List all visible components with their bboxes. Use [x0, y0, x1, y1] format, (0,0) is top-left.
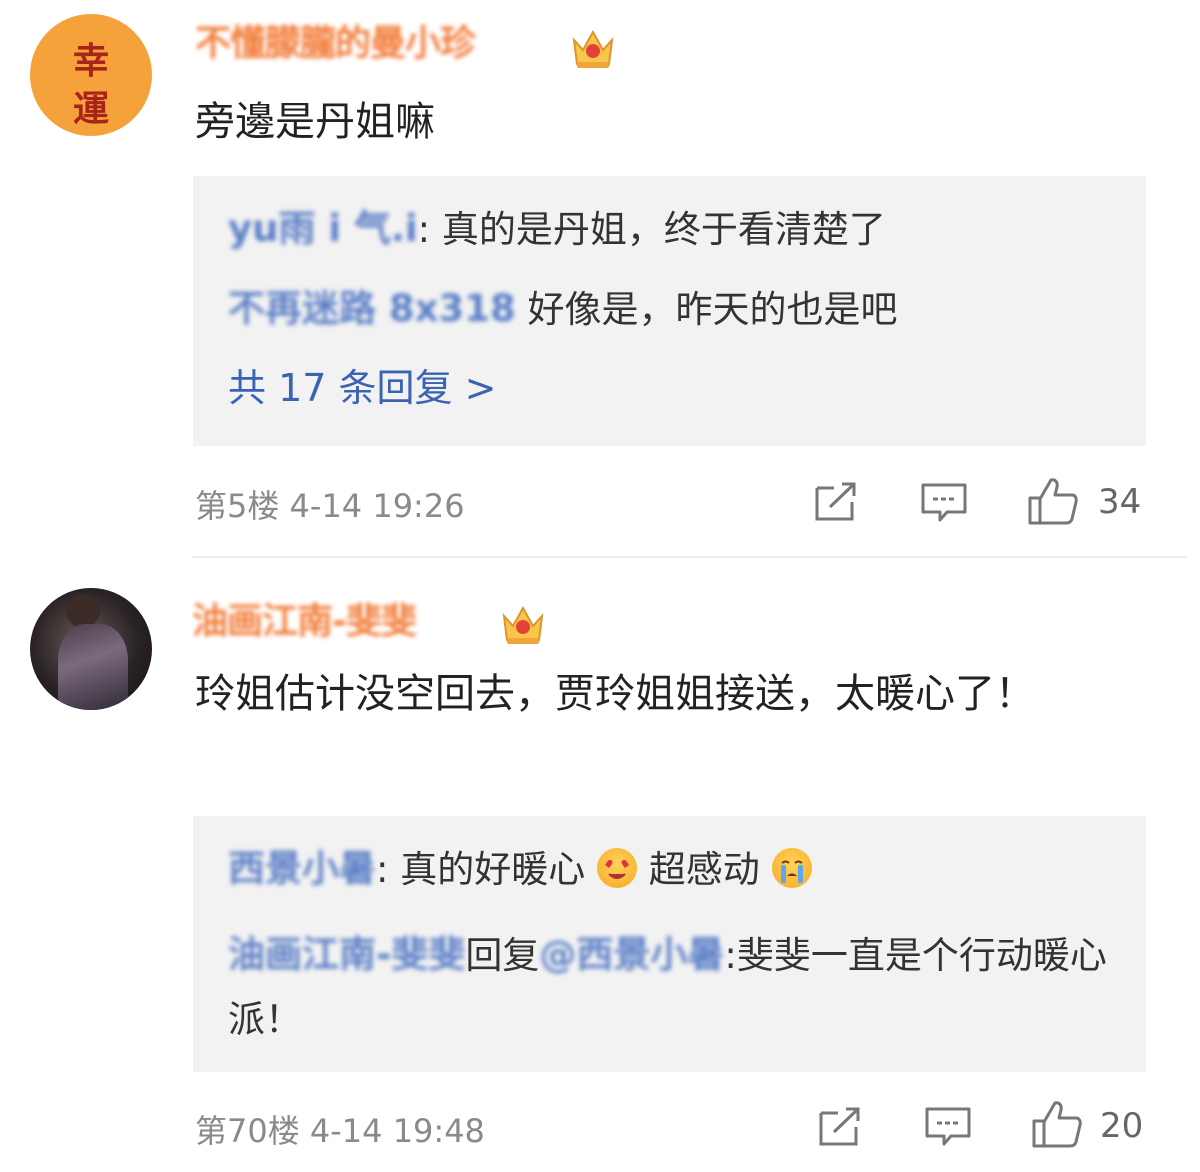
reply-box[interactable]: 西景小暑: 真的好暖心 超感动 油画江南-斐斐回复@西景小暑:斐斐一直是个行动暖… [193, 816, 1146, 1072]
reply-text: : 真的好暖心 [376, 848, 597, 891]
comment-text: 玲姐估计没空回去，贾玲姐姐接送，太暖心了！ [195, 671, 1035, 717]
reply-text: 超感动 [637, 848, 772, 891]
like-count: 20 [1100, 1106, 1144, 1146]
crown-badge-icon [500, 602, 546, 646]
thumbs-up-icon[interactable] [1027, 476, 1079, 530]
comment-icon[interactable] [920, 482, 968, 528]
reply-item[interactable]: yu雨 i 气.i: 真的是丹姐，终于看清楚了 [228, 204, 886, 256]
crown-badge-icon [570, 26, 616, 70]
reply-username[interactable]: 油画江南-斐斐 [228, 933, 465, 976]
reply-item[interactable]: 西景小暑: 真的好暖心 超感动 [228, 844, 812, 896]
username[interactable]: 油画江南-斐斐 [192, 600, 492, 644]
username[interactable]: 不懂朦朧的曼小珍 [195, 22, 560, 66]
reply-box[interactable]: yu雨 i 气.i: 真的是丹姐，终于看清楚了 不再迷路 8x318 好像是，昨… [193, 176, 1146, 446]
divider [192, 556, 1187, 558]
reply-item[interactable]: 油画江南-斐斐回复@西景小暑:斐斐一直是个行动暖心派！ [228, 924, 1108, 1052]
reply-username[interactable]: 西景小暑 [228, 847, 376, 890]
more-replies-link[interactable]: 共 17 条回复 > [228, 362, 496, 414]
floor-time: 第70楼 4-14 19:48 [195, 1112, 485, 1150]
share-icon[interactable] [814, 480, 860, 526]
comment-icon[interactable] [924, 1106, 972, 1152]
floor-time: 第5楼 4-14 19:26 [195, 487, 465, 525]
reply-username[interactable]: yu雨 i 气.i [228, 207, 418, 250]
avatar-figure [66, 594, 100, 628]
share-icon[interactable] [818, 1105, 864, 1151]
reply-username[interactable]: 不再迷路 8x318 [228, 287, 516, 330]
thumbs-up-icon[interactable] [1031, 1099, 1083, 1153]
avatar[interactable] [30, 588, 152, 710]
avatar-char: 幸 [72, 40, 109, 82]
avatar-dress [58, 624, 128, 710]
avatar[interactable]: 幸 運 [30, 14, 152, 136]
reply-target[interactable]: @西景小暑 [539, 933, 724, 976]
reply-text: : 真的是丹姐，终于看清楚了 [417, 208, 886, 251]
heart-eyes-emoji-icon [597, 847, 637, 888]
reply-text: 好像是，昨天的也是吧 [515, 288, 898, 331]
crying-emoji-icon [771, 847, 812, 888]
reply-item[interactable]: 不再迷路 8x318 好像是，昨天的也是吧 [228, 284, 898, 336]
like-count: 34 [1098, 482, 1142, 522]
reply-word: 回复 [465, 934, 540, 977]
comment-text: 旁邊是丹姐嘛 [195, 99, 435, 145]
avatar-char: 運 [72, 88, 109, 130]
